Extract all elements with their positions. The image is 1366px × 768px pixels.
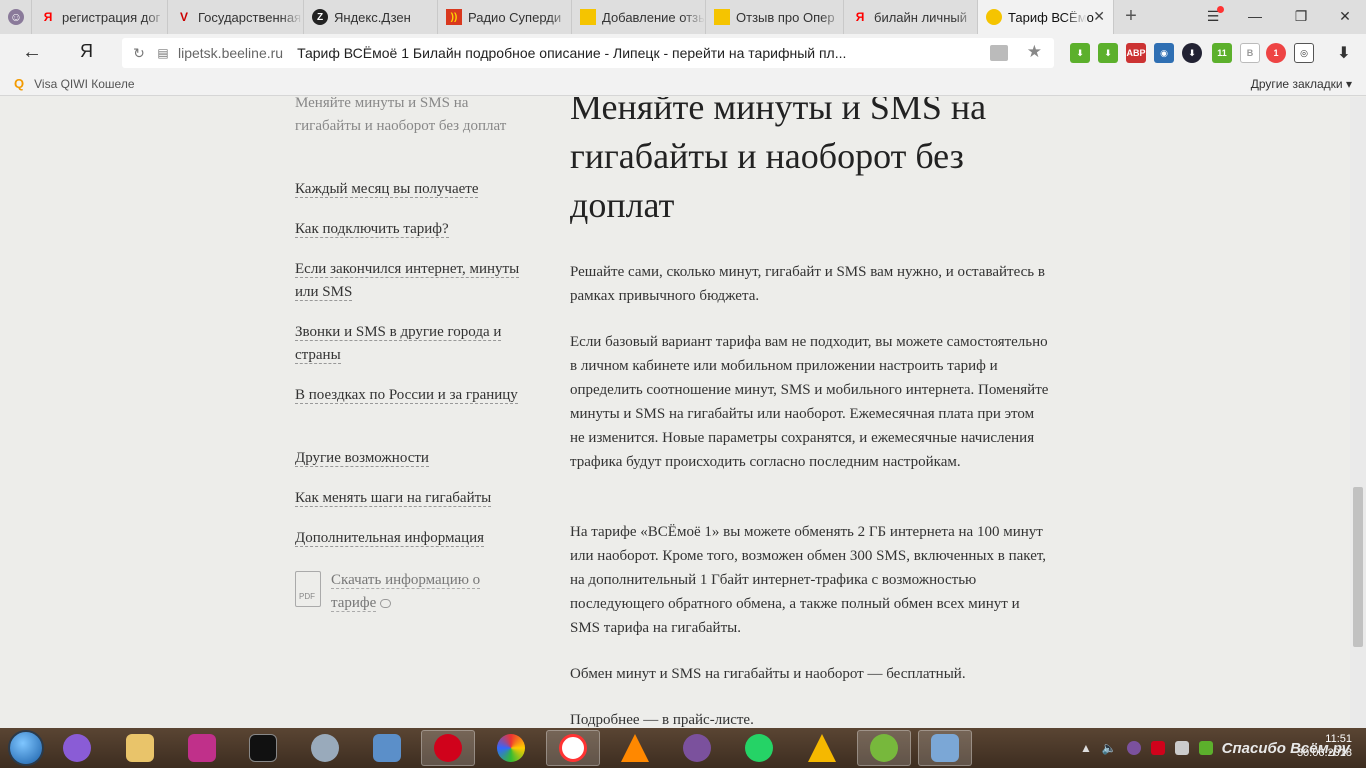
yandex-logo[interactable]: Я — [80, 41, 93, 62]
qiwi-icon: Q — [14, 76, 25, 91]
pdf-icon: PDF — [295, 571, 321, 607]
irecommend-icon — [580, 9, 596, 25]
vlc-icon[interactable] — [608, 730, 662, 766]
address-page-title: Тариф ВСЁмоё 1 Билайн подробное описание… — [297, 45, 847, 61]
zen-icon: Z — [312, 9, 328, 25]
address-bar[interactable]: ↻ ▤ lipetsk.beeline.ru Тариф ВСЁмоё 1 Би… — [122, 38, 1054, 68]
tab-gosuslugi[interactable]: V Государственная — [168, 0, 304, 34]
chat-green-icon[interactable]: 11 — [1212, 43, 1232, 63]
price-list-link[interactable]: прайс-листе — [672, 712, 751, 728]
tab-tariff-active[interactable]: Тариф ВСЁмо ✕ — [978, 0, 1114, 34]
download-icon[interactable]: ⬇ — [1334, 43, 1354, 63]
beeline-icon — [986, 9, 1002, 25]
protect-icon[interactable] — [990, 45, 1008, 61]
other-bookmarks[interactable]: Другие закладки ▾ — [1251, 77, 1352, 91]
viber-icon[interactable] — [670, 730, 724, 766]
close-window-button[interactable]: ✕ — [1330, 6, 1360, 26]
sidebar-item-other[interactable]: Другие возможности — [295, 447, 429, 470]
mic-icon[interactable] — [50, 730, 104, 766]
sidebar-item-steps[interactable]: Как менять шаги на гигабайты — [295, 487, 492, 510]
page-content: Меняйте минуты и SMS на гигабайты и наоб… — [0, 97, 1350, 728]
sidebar-item-monthly[interactable]: Каждый месяц вы получаете — [295, 178, 479, 201]
user-avatar-icon: ☺ — [8, 9, 24, 25]
viber-tray-icon[interactable] — [1126, 741, 1141, 755]
opera-tray-icon[interactable] — [1150, 741, 1165, 755]
picasa-icon[interactable] — [484, 730, 538, 766]
bookmark-star-icon[interactable]: ★ — [1027, 42, 1042, 62]
watermark: Спасибо Всём.ру — [1221, 740, 1350, 757]
camera-app-icon[interactable] — [175, 730, 229, 766]
scrollbar-thumb[interactable] — [1353, 487, 1363, 647]
vertical-scrollbar[interactable] — [1350, 97, 1366, 728]
sidebar-item-travel[interactable]: В поездках по России и за границу — [295, 384, 518, 407]
utorrent-icon[interactable] — [857, 730, 911, 766]
paint-icon[interactable] — [918, 730, 972, 766]
reload-icon[interactable]: ↻ — [126, 45, 152, 62]
pdf-download-link[interactable]: Скачать информацию о тарифе — [331, 569, 521, 615]
tab-review-add[interactable]: Добавление отзы — [572, 0, 706, 34]
bookmark-qiwi[interactable]: Q Visa QIWI Кошеле — [14, 76, 135, 91]
paragraph-config: Если базовый вариант тарифа вам не подхо… — [570, 334, 1049, 470]
tab-beeline-account[interactable]: Я билайн личный — [844, 0, 978, 34]
speedometer-icon[interactable] — [298, 730, 352, 766]
photos-icon[interactable] — [360, 730, 414, 766]
paragraph-free: Обмен минут и SMS на гигабайты и наоборо… — [570, 666, 966, 682]
tray-expand-icon[interactable]: ▲ — [1080, 741, 1092, 755]
tab-review-opera[interactable]: Отзыв про Опер — [706, 0, 844, 34]
sidebar-item-exchange[interactable]: Меняйте минуты и SMS на гигабайты и наоб… — [295, 97, 535, 138]
yandex-icon: Я — [855, 10, 865, 24]
download-green-icon[interactable]: ⬇ — [1070, 43, 1090, 63]
terminal-icon[interactable] — [236, 730, 290, 766]
tab-profile[interactable]: ☺ — [0, 0, 32, 34]
camera-icon[interactable]: ◎ — [1294, 43, 1314, 63]
tab-radio[interactable]: )) Радио Суперди — [438, 0, 572, 34]
irecommend-icon — [714, 9, 730, 25]
tab-strip: ☺ Я регистрация дог V Государственная Z … — [0, 0, 1366, 34]
tab-zen[interactable]: Z Яндекс.Дзен — [304, 0, 438, 34]
taskbar: ▲ 🔈 11:51 30.06.2018 Спасибо Всём.ру — [0, 728, 1366, 768]
vk-icon[interactable]: B — [1240, 43, 1260, 63]
address-domain: lipetsk.beeline.ru — [178, 45, 284, 61]
paragraph-more: Подробнее — в прайс-листе. — [570, 712, 754, 728]
sidebar-item-connect[interactable]: Как подключить тариф? — [295, 218, 449, 241]
explorer-icon[interactable] — [113, 730, 167, 766]
close-tab-icon[interactable]: ✕ — [1093, 8, 1105, 25]
sidebar-item-out-of-internet[interactable]: Если закончился интернет, минуты или SMS — [295, 258, 535, 304]
bookmarks-bar: Q Visa QIWI Кошеле Другие закладки ▾ — [0, 72, 1366, 96]
tab-registration[interactable]: Я регистрация дог — [32, 0, 168, 34]
maximize-button[interactable]: ❐ — [1286, 6, 1316, 26]
comment-icon — [380, 599, 392, 609]
download-green-icon[interactable]: ⬇ — [1098, 43, 1118, 63]
radio-icon: )) — [446, 9, 462, 25]
page-title: Меняйте минуты и SMS на гигабайты и наоб… — [570, 97, 987, 225]
gosuslugi-icon: V — [179, 10, 188, 24]
opera-icon[interactable] — [421, 730, 475, 766]
abp-icon[interactable]: ABP — [1126, 43, 1146, 63]
toolbar: ← Я ↻ ▤ lipetsk.beeline.ru Тариф ВСЁмоё … — [0, 34, 1366, 72]
owl-icon[interactable]: ◉ — [1154, 43, 1174, 63]
new-tab-button[interactable]: + — [1120, 4, 1142, 28]
site-info-icon[interactable]: ▤ — [152, 46, 174, 60]
minimize-button[interactable]: — — [1240, 6, 1270, 26]
download-dark-icon[interactable]: ⬇ — [1182, 43, 1202, 63]
aimp-icon[interactable] — [795, 730, 849, 766]
download-tray-icon[interactable] — [1198, 741, 1213, 755]
back-arrow-icon[interactable]: ← — [20, 40, 44, 64]
menu-icon[interactable]: ☰ — [1198, 6, 1228, 26]
paragraph-exchange: На тарифе «ВСЁмоё 1» вы можете обменять … — [570, 524, 1047, 636]
network-icon[interactable] — [1174, 741, 1189, 755]
start-button[interactable] — [8, 730, 44, 766]
yandex-browser-icon[interactable] — [546, 730, 600, 766]
volume-icon[interactable]: 🔈 — [1102, 741, 1117, 755]
sidebar-item-calls[interactable]: Звонки и SMS в другие города и страны — [295, 321, 535, 367]
whatsapp-icon[interactable] — [732, 730, 786, 766]
yandex-icon: Я — [43, 10, 53, 24]
bug-red-icon[interactable]: 1 — [1266, 43, 1286, 63]
paragraph-intro: Решайте сами, сколько минут, гигабайт и … — [570, 264, 1045, 304]
sidebar-item-additional[interactable]: Дополнительная информация — [295, 527, 485, 550]
